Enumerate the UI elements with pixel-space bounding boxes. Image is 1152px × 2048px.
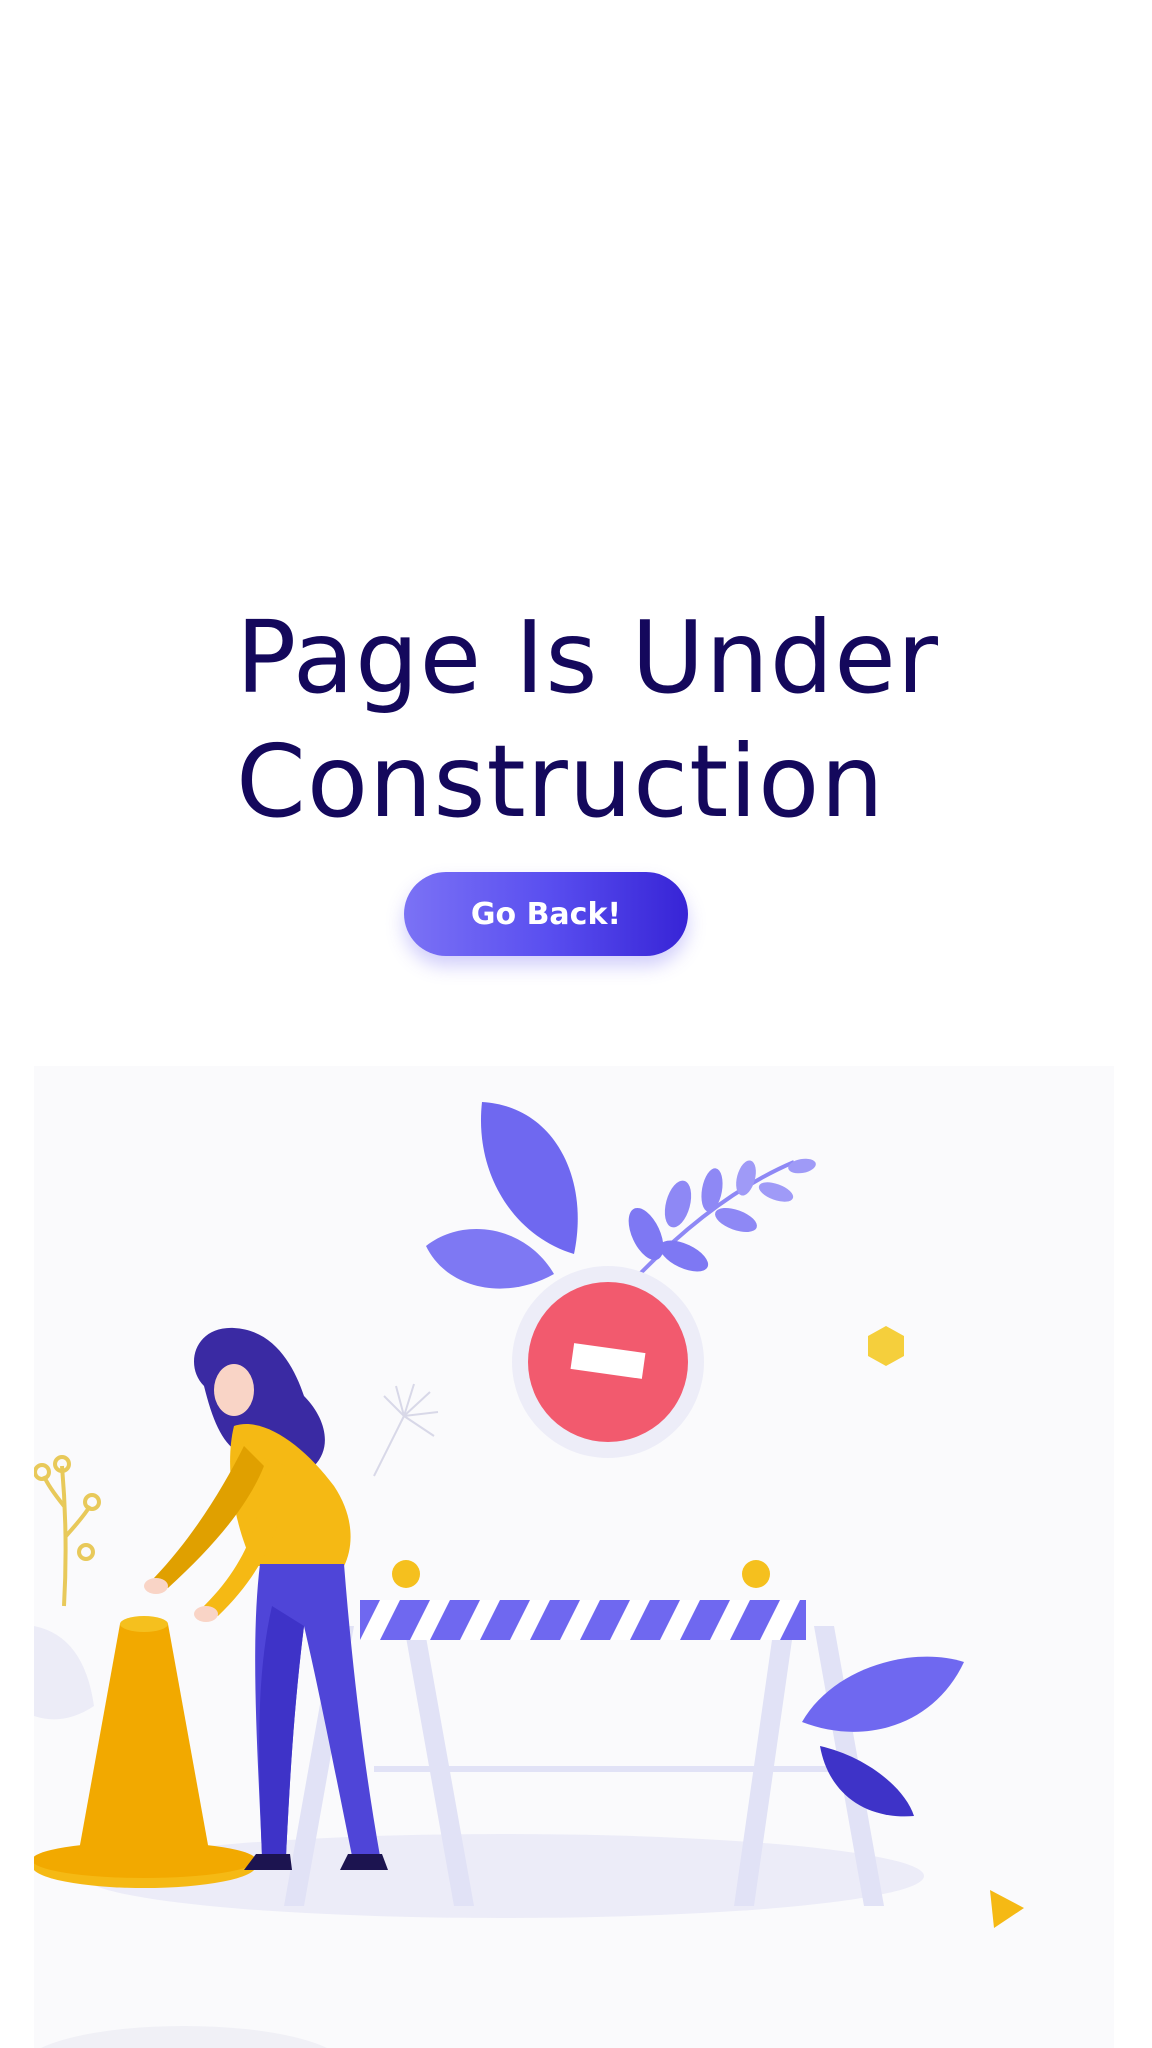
under-construction-page: Page Is Under Construction Go Back! (0, 0, 1152, 2048)
go-back-button[interactable]: Go Back! (404, 872, 688, 956)
title-line-1: Page Is Under (236, 599, 939, 716)
construction-illustration (34, 1066, 1114, 2048)
no-entry-icon (512, 1266, 704, 1458)
page-title: Page Is Under Construction (236, 596, 996, 844)
title-line-2: Construction (236, 723, 885, 840)
